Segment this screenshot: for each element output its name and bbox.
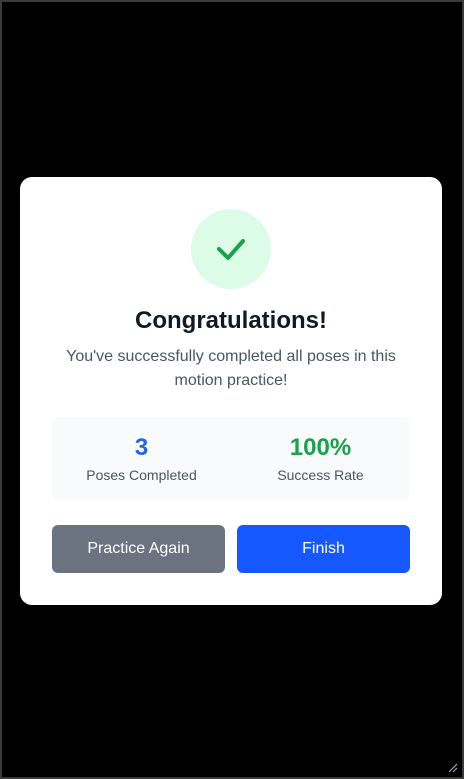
practice-again-button[interactable]: Practice Again xyxy=(52,525,225,573)
stat-poses-completed: 3 Poses Completed xyxy=(52,417,231,500)
stats-panel: 3 Poses Completed 100% Success Rate xyxy=(52,417,410,500)
success-rate-value: 100% xyxy=(289,434,352,461)
poses-completed-label: Poses Completed xyxy=(86,467,197,483)
finish-button[interactable]: Finish xyxy=(237,525,410,573)
success-rate-label: Success Rate xyxy=(277,467,364,483)
checkmark-icon xyxy=(217,239,245,260)
completion-dialog: Congratulations! You've successfully com… xyxy=(20,177,442,605)
poses-completed-value: 3 xyxy=(134,434,149,461)
dialog-title: Congratulations! xyxy=(135,307,327,334)
success-badge xyxy=(191,209,271,289)
resize-grip-icon[interactable] xyxy=(446,761,458,773)
app-window: Congratulations! You've successfully com… xyxy=(0,0,464,779)
stat-success-rate: 100% Success Rate xyxy=(231,417,410,500)
dialog-message: You've successfully completed all poses … xyxy=(66,348,396,389)
